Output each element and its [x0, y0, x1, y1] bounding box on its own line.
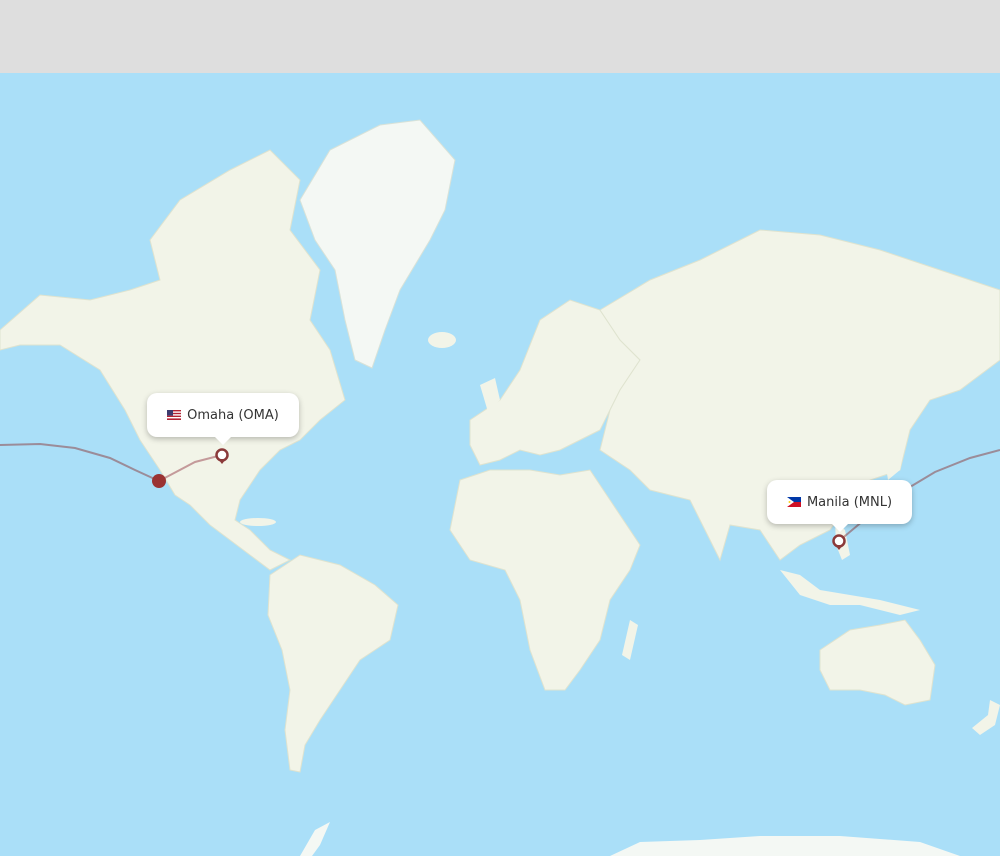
- landmass-new-zealand: [972, 700, 1000, 735]
- landmass-greenland: [299, 119, 456, 369]
- destination-airport-name: Manila (MNL): [806, 494, 893, 510]
- landmass-southeast-asia-islands: [780, 570, 920, 615]
- landmass-north-america: [0, 149, 346, 571]
- world-map: [0, 119, 1000, 856]
- landmass-south-america: [267, 554, 399, 773]
- top-bar: [0, 0, 1000, 73]
- us-flag-icon: [167, 410, 182, 420]
- origin-airport-name: Omaha (OMA): [187, 407, 279, 423]
- route-map[interactable]: Omaha (OMA) Manila (MNL): [0, 73, 1000, 856]
- landmass-africa: [449, 469, 641, 691]
- ph-flag-icon: [786, 497, 801, 507]
- landmass-antarctica: [610, 836, 960, 856]
- route-midpoint-marker: [152, 474, 166, 488]
- landmass-antarctic-peninsula: [300, 822, 330, 856]
- origin-airport-label[interactable]: Omaha (OMA): [147, 393, 299, 445]
- landmass-madagascar: [622, 620, 638, 660]
- landmass-cuba: [240, 518, 276, 526]
- flight-route-west: [0, 442, 160, 482]
- landmass-iceland: [428, 332, 456, 348]
- destination-airport-label[interactable]: Manila (MNL): [767, 480, 912, 532]
- landmass-australia: [819, 619, 936, 706]
